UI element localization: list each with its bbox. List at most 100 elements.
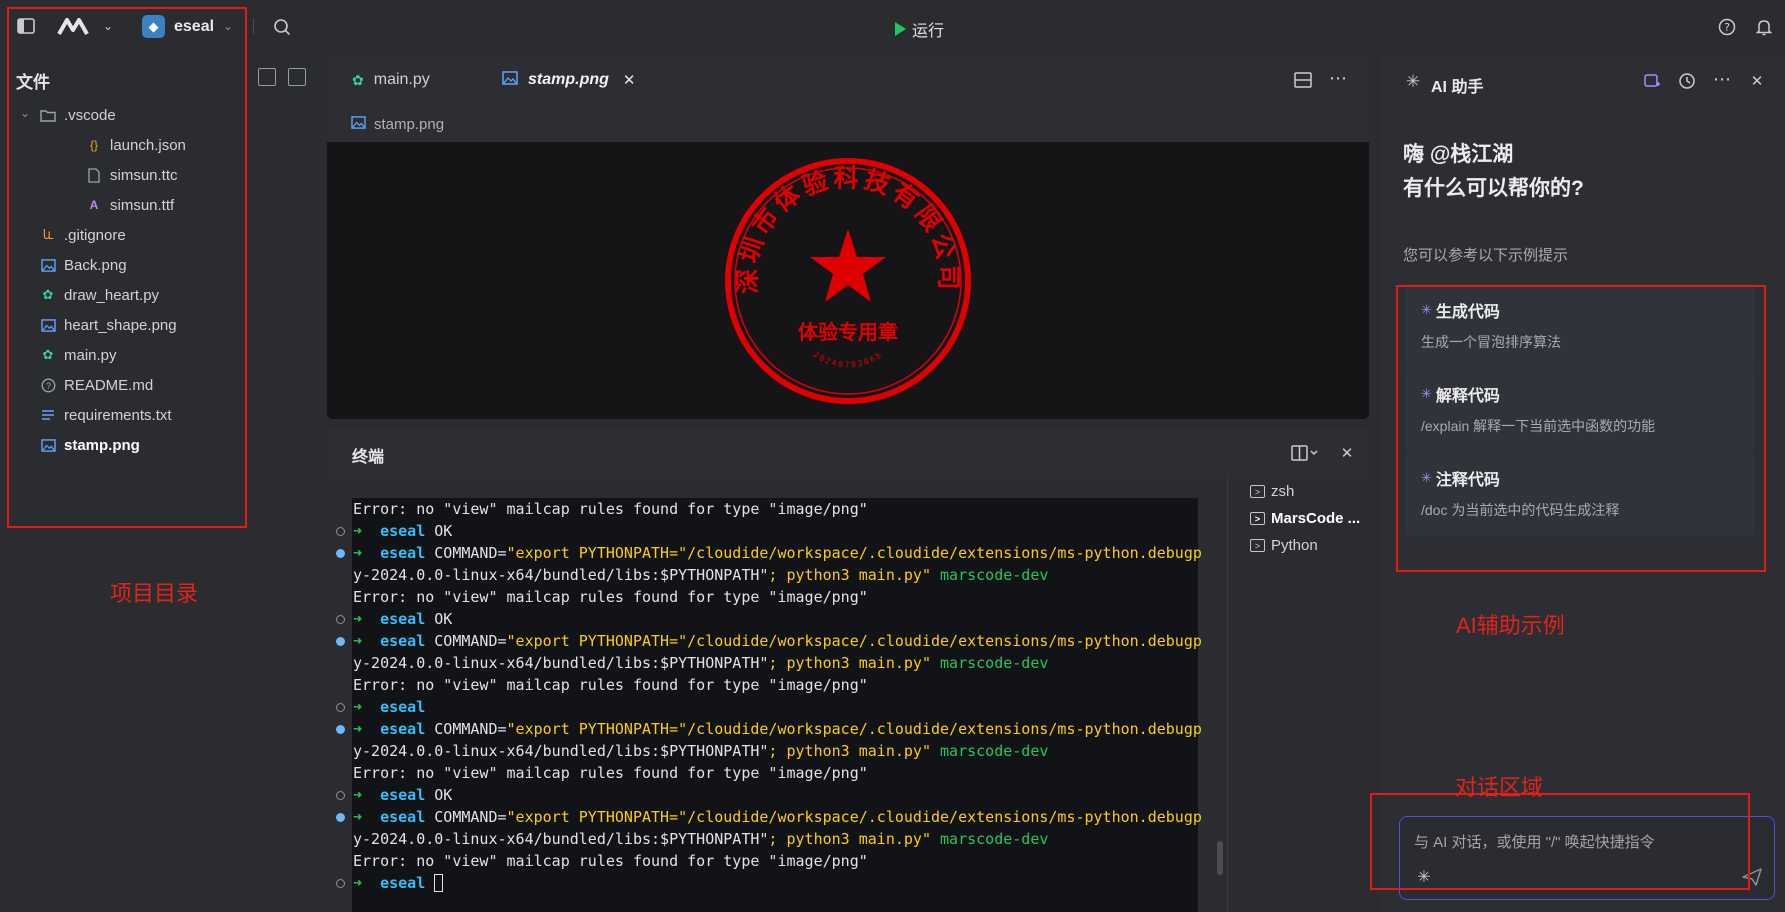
terminal-icon: > [1250,512,1265,525]
tree-file[interactable]: Back.png [0,250,250,280]
tab-main-py[interactable]: ✿ main.py [352,54,430,106]
prompt-status: OK [425,786,453,804]
command-status-marker[interactable] [336,813,345,822]
run-label: 运行 [912,23,945,40]
ai-assistant-panel: ✳ AI 助手 ⋯ ✕ 嗨 @栈江湖 有什么可以帮你的? 您可以参考以下示例提示… [1381,54,1785,912]
image-icon [351,115,366,133]
command-status-marker[interactable] [336,615,345,624]
terminal-scrollbar[interactable] [1217,841,1223,875]
close-icon[interactable]: ✕ [1337,443,1357,463]
tree-file[interactable]: ? README.md [0,370,250,400]
marscode-logo-icon[interactable] [56,14,92,38]
close-icon[interactable]: ✕ [1747,71,1767,91]
terminal-session-item[interactable]: > Python [1228,532,1369,559]
bell-icon[interactable] [1754,17,1774,37]
terminal-header: 终端 ✕ [327,428,1369,478]
chevron-down-icon[interactable]: ⌄ [20,106,30,120]
prompt-arrow-icon: ➜ [353,544,381,562]
tree-item-label: README.md [64,376,154,394]
command-status-marker[interactable] [336,725,345,734]
greeting-line-1: 嗨 @栈江湖 [1403,143,1514,166]
terminal-session-item[interactable]: > zsh [1228,478,1369,505]
ai-title: AI 助手 [1431,79,1484,96]
explorer-title: 文件 [16,73,50,92]
help-icon[interactable]: ? [1717,17,1737,37]
greeting-line-2: 有什么可以帮你的? [1403,177,1584,200]
tree-file[interactable]: ✿ main.py [0,340,250,370]
sparkle-icon: ✳ [1421,386,1432,401]
image-icon [40,317,56,333]
command-status-marker[interactable] [336,703,345,712]
terminal-sessions: > zsh > MarsCode ... > Python [1227,478,1369,912]
more-icon[interactable]: ⋯ [1711,69,1733,89]
terminal-line: Error: no "view" mailcap rules found for… [352,586,1198,608]
tree-file[interactable]: requirements.txt [0,400,250,430]
prompt-cwd: eseal [380,610,426,628]
command-status-marker[interactable] [336,791,345,800]
ai-examples-annotation: AI辅助示例 [1456,613,1565,638]
terminal-error-text: Error: no "view" mailcap rules found for… [353,676,868,694]
command-status-marker[interactable] [336,527,345,536]
prompt-cwd: eseal [380,698,426,716]
svg-text:?: ? [45,381,50,391]
tree-file[interactable]: simsun.ttc [0,160,250,190]
editor-area: ✿ main.py stamp.png ✕ ⋯ stamp.png 深圳市体验科… [327,54,1369,419]
split-terminal-icon[interactable] [1289,444,1323,462]
card-title: 解释代码 [1435,388,1500,405]
command-status-marker[interactable] [336,549,345,558]
tree-file[interactable]: և .gitignore [0,220,250,250]
terminal-session-item[interactable]: > MarsCode ... [1228,505,1369,532]
svg-text:20240703068: 20240703068 [812,350,885,369]
tree-file[interactable]: heart_shape.png [0,310,250,340]
history-icon[interactable] [1676,71,1698,91]
tree-file[interactable]: stamp.png [0,430,250,460]
command-prefix: COMMAND= [425,720,507,738]
sparkle-icon: ✳ [1421,302,1432,317]
chevron-down-icon[interactable]: ⌄ [220,18,236,34]
tree-item-label: .vscode [64,106,116,124]
ai-example-card[interactable]: ✳ 解释代码/explain 解释一下当前选中函数的功能 [1405,368,1755,452]
tree-file[interactable]: {} launch.json [0,130,250,160]
command-string: "export PYTHONPATH="/cloudide/workspace/… [506,544,1202,562]
command-status-marker[interactable] [336,879,345,888]
tree-item-label: main.py [64,346,117,364]
prompt-arrow-icon: ➜ [353,610,381,628]
terminal-panel: 终端 ✕ Error: no "view" mailcap rules foun… [327,428,1369,912]
new-folder-icon[interactable] [288,68,306,86]
command-status-marker[interactable] [336,637,345,646]
split-editor-icon[interactable] [1293,70,1313,90]
run-button[interactable]: 运行 [895,17,944,41]
ai-chat-input[interactable]: 与 AI 对话，或使用 "/" 唤起快捷指令 ✳ [1399,816,1775,900]
tree-file[interactable]: ✿ draw_heart.py [0,280,250,310]
command-string: "export PYTHONPATH="/cloudide/workspace/… [506,808,1202,826]
terminal-output[interactable]: Error: no "view" mailcap rules found for… [336,498,1202,912]
tab-stamp-png[interactable]: stamp.png ✕ [502,54,635,106]
sparkle-icon[interactable]: ✳ [1414,867,1434,887]
prompt-cwd: eseal [380,720,426,738]
breadcrumb-item[interactable]: stamp.png [374,116,444,133]
ai-example-card[interactable]: ✳ 注释代码/doc 为当前选中的代码生成注释 [1405,452,1755,536]
command-python: ; python3 main.py" [768,654,931,672]
terminal-session-label: Python [1271,537,1318,554]
project-name[interactable]: eseal [174,18,214,36]
text-file-icon [40,407,56,423]
tree-folder[interactable]: ⌄ .vscode [0,100,250,130]
json-icon: {} [89,138,98,152]
sidebar-toggle-icon[interactable] [16,16,36,36]
ai-example-card[interactable]: ✳ 生成代码 生成一个冒泡排序算法 [1405,284,1755,368]
chevron-down-icon[interactable]: ⌄ [100,18,116,34]
search-icon[interactable] [272,17,292,37]
svg-text:?: ? [1724,21,1730,34]
send-icon[interactable] [1740,867,1764,887]
terminal-line: ➜ eseal COMMAND="export PYTHONPATH="/clo… [336,630,1202,652]
explorer-actions [258,68,306,86]
new-file-icon[interactable] [258,68,276,86]
tree-item-label: .gitignore [64,226,126,244]
close-icon[interactable]: ✕ [623,71,636,89]
more-icon[interactable]: ⋯ [1327,68,1349,88]
tree-file[interactable]: Asimsun.ttf [0,190,250,220]
play-icon [895,22,906,36]
prompt-status: OK [425,610,453,628]
terminal-error-text: Error: no "view" mailcap rules found for… [353,852,868,870]
new-chat-icon[interactable] [1641,71,1663,91]
